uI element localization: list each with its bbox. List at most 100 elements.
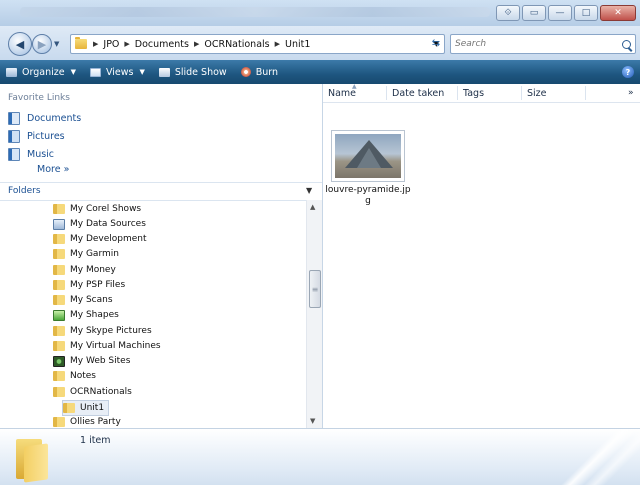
tree-item-label: My PSP Files bbox=[70, 280, 126, 290]
chevron-down-icon[interactable]: ▼ bbox=[306, 186, 312, 195]
shapes-icon bbox=[53, 309, 65, 321]
pyramid-highlight bbox=[357, 148, 381, 168]
views-button[interactable]: Views ▼ bbox=[84, 60, 153, 84]
favorite-label: Documents bbox=[27, 113, 82, 124]
back-button[interactable]: ◀ bbox=[8, 32, 32, 56]
breadcrumb-separator-icon[interactable]: ▶ bbox=[91, 40, 100, 48]
folder-icon bbox=[53, 371, 65, 381]
tree-item[interactable]: OCRNationals bbox=[53, 385, 132, 399]
tree-item-label: My Skype Pictures bbox=[70, 326, 152, 336]
slideshow-label: Slide Show bbox=[174, 66, 227, 78]
breadcrumb-unit1[interactable]: Unit1 bbox=[282, 39, 313, 50]
folder-icon bbox=[53, 326, 65, 336]
tree-item[interactable]: My Corel Shows bbox=[53, 202, 141, 216]
favorite-documents[interactable]: Documents bbox=[8, 112, 81, 125]
breadcrumb[interactable]: ▶ JPO ▶ Documents ▶ OCRNationals ▶ Unit1… bbox=[70, 34, 445, 54]
burn-disc-icon bbox=[240, 67, 251, 77]
address-bar: ◀ ▶ ▼ ▶ JPO ▶ Documents ▶ OCRNationals ▶… bbox=[0, 26, 640, 60]
maximize-button[interactable]: □ bbox=[574, 5, 598, 21]
folder-icon bbox=[53, 387, 65, 397]
file-thumbnail[interactable] bbox=[331, 130, 405, 182]
scroll-thumb[interactable]: ≡ bbox=[309, 270, 321, 308]
tree-item[interactable]: Notes bbox=[53, 369, 96, 383]
folder-icon bbox=[53, 249, 65, 259]
tree-item[interactable]: My Money bbox=[53, 263, 116, 277]
tree-item[interactable]: My Development bbox=[53, 232, 147, 246]
breadcrumb-ocrnationals[interactable]: OCRNationals bbox=[201, 39, 272, 50]
tree-item-label: Unit1 bbox=[80, 403, 105, 413]
tree-item-label: My Money bbox=[70, 265, 116, 275]
views-label: Views bbox=[105, 66, 134, 78]
refresh-icon[interactable]: ⇆ bbox=[426, 34, 446, 52]
column-name[interactable]: Name bbox=[328, 88, 356, 99]
tree-item[interactable]: My Scans bbox=[53, 293, 113, 307]
folder-tree-scrollbar[interactable]: ▲ ≡ ▼ bbox=[306, 200, 322, 428]
tree-item-label: Notes bbox=[70, 371, 96, 381]
tree-item-label: My Garmin bbox=[70, 249, 119, 259]
restore-layout-button[interactable]: ▭ bbox=[522, 5, 546, 21]
favorite-music[interactable]: Music bbox=[8, 148, 54, 161]
scroll-up-icon[interactable]: ▲ bbox=[310, 203, 315, 211]
column-date-taken[interactable]: Date taken bbox=[392, 88, 444, 99]
folder-icon bbox=[12, 433, 48, 483]
breadcrumb-separator-icon[interactable]: ▶ bbox=[192, 40, 201, 48]
item-count: 1 item bbox=[80, 435, 111, 446]
slideshow-button[interactable]: Slide Show bbox=[153, 60, 235, 84]
file-name[interactable]: louvre-pyramide.jpg bbox=[325, 185, 411, 207]
folder-front-shape bbox=[24, 443, 48, 483]
tree-item-label: My Development bbox=[70, 234, 147, 244]
column-size[interactable]: Size bbox=[527, 88, 547, 99]
favorite-pictures[interactable]: Pictures bbox=[8, 130, 65, 143]
column-tags[interactable]: Tags bbox=[463, 88, 484, 99]
folder-icon bbox=[53, 265, 65, 275]
details-pane: 1 item bbox=[0, 428, 640, 485]
column-divider[interactable] bbox=[521, 86, 522, 100]
decorative-swoosh bbox=[520, 429, 640, 485]
tree-item[interactable]: Ollies Party bbox=[53, 415, 121, 428]
file-list-pane: ▲ Name Date taken Tags Size » louvre-pyr… bbox=[323, 83, 640, 428]
navigation-pane: Favorite Links Documents Pictures Music … bbox=[0, 84, 323, 428]
tree-item[interactable]: My Data Sources bbox=[53, 217, 146, 231]
forward-button[interactable]: ▶ bbox=[32, 34, 52, 54]
caption-buttons: ⟐ ▭ — □ ✕ bbox=[496, 5, 636, 21]
tree-item-label: OCRNationals bbox=[70, 387, 132, 397]
breadcrumb-separator-icon[interactable]: ▶ bbox=[273, 40, 282, 48]
help-icon[interactable]: ? bbox=[622, 66, 634, 78]
recent-pages-dropdown[interactable]: ▼ bbox=[54, 40, 59, 48]
switch-view-button[interactable]: ⟐ bbox=[496, 5, 520, 21]
data-sources-icon bbox=[53, 218, 65, 230]
tree-item[interactable]: My Garmin bbox=[53, 247, 119, 261]
column-divider[interactable] bbox=[386, 86, 387, 100]
tree-item[interactable]: My Web Sites bbox=[53, 354, 130, 368]
slideshow-icon bbox=[158, 67, 170, 77]
close-button[interactable]: ✕ bbox=[600, 5, 636, 21]
folders-header[interactable]: Folders ▼ bbox=[0, 182, 322, 201]
more-links[interactable]: More » bbox=[37, 164, 69, 175]
tree-item[interactable]: My PSP Files bbox=[53, 278, 125, 292]
pictures-icon bbox=[8, 130, 20, 143]
folder-icon bbox=[53, 234, 65, 244]
minimize-button[interactable]: — bbox=[548, 5, 572, 21]
breadcrumb-jpo[interactable]: JPO bbox=[100, 39, 122, 50]
burn-button[interactable]: Burn bbox=[235, 60, 286, 84]
search-input[interactable] bbox=[451, 38, 617, 50]
column-divider[interactable] bbox=[585, 86, 586, 100]
tree-item[interactable]: My Shapes bbox=[53, 308, 119, 322]
tree-item[interactable]: My Virtual Machines bbox=[53, 339, 161, 353]
tree-item[interactable]: My Skype Pictures bbox=[53, 324, 152, 338]
title-bar: ⟐ ▭ — □ ✕ bbox=[0, 0, 640, 26]
breadcrumb-separator-icon[interactable]: ▶ bbox=[122, 40, 131, 48]
column-divider[interactable] bbox=[457, 86, 458, 100]
breadcrumb-documents[interactable]: Documents bbox=[132, 39, 192, 50]
organize-button[interactable]: Organize ▼ bbox=[0, 60, 84, 84]
favorite-label: Music bbox=[27, 149, 55, 160]
scroll-down-icon[interactable]: ▼ bbox=[310, 417, 315, 425]
search-icon[interactable] bbox=[622, 39, 631, 49]
chevron-down-icon: ▼ bbox=[70, 68, 76, 76]
tree-item-selected[interactable]: Unit1 bbox=[62, 400, 110, 416]
forward-arrow-icon: ▶ bbox=[37, 37, 47, 51]
column-header: ▲ Name Date taken Tags Size » bbox=[323, 83, 640, 103]
documents-icon bbox=[8, 112, 20, 125]
folder-icon bbox=[53, 295, 65, 305]
more-columns-icon[interactable]: » bbox=[628, 88, 634, 98]
